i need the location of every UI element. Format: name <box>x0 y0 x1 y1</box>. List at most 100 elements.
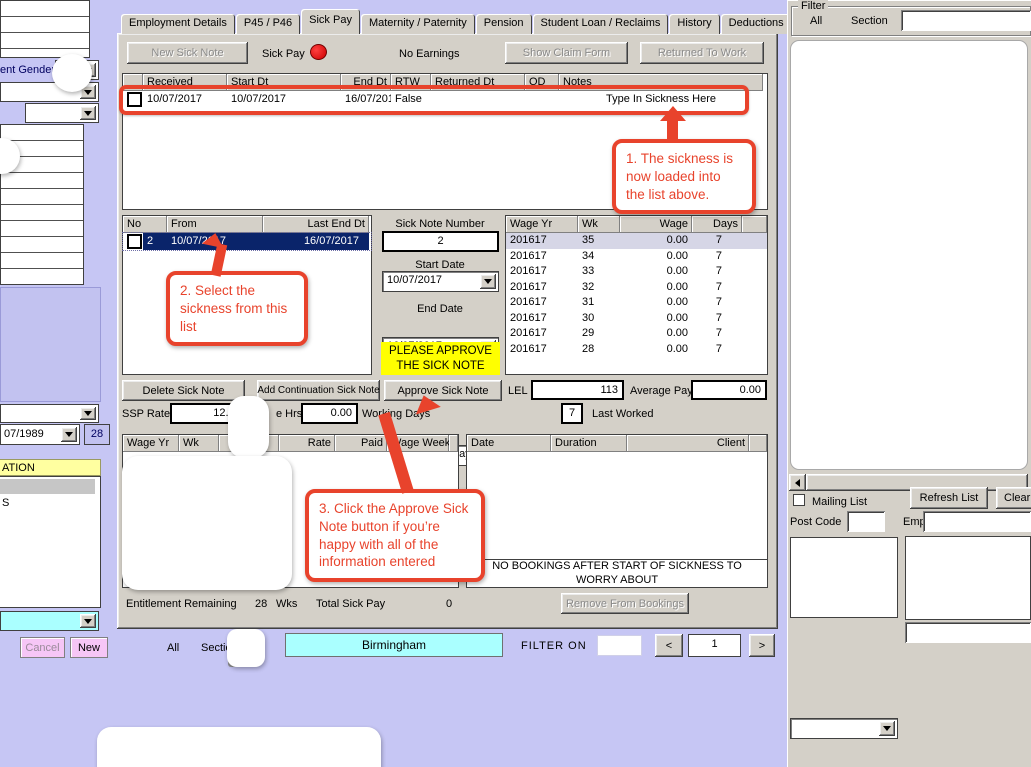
show-claim-form-button[interactable]: Show Claim Form <box>505 42 628 64</box>
emp-list[interactable] <box>905 536 1031 620</box>
column-header[interactable]: Paid <box>335 435 387 452</box>
post-code-list[interactable] <box>790 537 898 618</box>
column-header[interactable]: Wage <box>620 216 692 233</box>
average-pay-label: Average Pay <box>630 385 693 398</box>
bottom-input[interactable] <box>905 622 1031 643</box>
mailing-list-label: Mailing List <box>812 496 867 509</box>
column-header[interactable]: Wk <box>179 435 219 452</box>
wage-week-row[interactable]: 201617290.007 <box>506 326 767 342</box>
column-header[interactable]: Wage Yr <box>123 435 179 452</box>
mailing-list-checkbox[interactable] <box>793 494 805 506</box>
remove-from-bookings-button[interactable]: Remove From Bookings <box>561 593 689 614</box>
sick-pay-label: Sick Pay <box>262 48 305 61</box>
clear-filter-button[interactable]: Clear F <box>996 487 1031 509</box>
left-combobox-4[interactable] <box>0 404 99 423</box>
refresh-list-button[interactable]: Refresh List <box>910 487 988 509</box>
tab-employment-details[interactable]: Employment Details <box>121 14 235 34</box>
next-page-button[interactable]: > <box>749 634 775 657</box>
chevron-down-icon[interactable] <box>80 614 96 628</box>
left-list[interactable]: S <box>0 476 101 608</box>
chevron-down-icon[interactable] <box>480 274 496 289</box>
application-window: ent Gender: 07/1989 28 ATION S Employmen… <box>0 0 1031 767</box>
wage-week-row[interactable]: 201617350.007 <box>506 233 767 249</box>
delete-sick-note-button[interactable]: Delete Sick Note <box>122 380 245 401</box>
row-checkbox[interactable] <box>127 234 142 249</box>
wage-week-row[interactable]: 201617320.007 <box>506 280 767 296</box>
left-form-fields[interactable] <box>0 0 90 58</box>
bookings-table[interactable]: DateDurationClient NO BOOKINGS AFTER STA… <box>466 434 768 588</box>
emp-input[interactable] <box>923 511 1031 532</box>
column-header[interactable]: Wage Yr <box>506 216 578 233</box>
end-date-label: End Date <box>378 303 502 316</box>
column-header[interactable]: Wk <box>578 216 620 233</box>
panel-all-label: All <box>810 15 822 28</box>
wage-week-row[interactable]: 201617310.007 <box>506 295 767 311</box>
chevron-down-icon[interactable] <box>879 721 895 736</box>
filter-groupbox-label: Filter <box>798 0 828 13</box>
section-list[interactable] <box>790 40 1028 470</box>
chevron-down-icon[interactable] <box>80 407 96 420</box>
sickness-selection-row[interactable]: 210/07/201716/07/2017 <box>123 233 371 250</box>
average-pay-field[interactable]: 0.00 <box>691 380 767 400</box>
wage-week-row[interactable]: 201617330.007 <box>506 264 767 280</box>
scroll-left-icon[interactable] <box>789 474 806 491</box>
prev-page-button[interactable]: < <box>655 634 683 657</box>
tab-sick-pay[interactable]: Sick Pay <box>301 9 360 34</box>
column-header[interactable]: Client <box>627 435 749 452</box>
lel-field[interactable]: 113 <box>531 380 624 400</box>
days-per-week-field[interactable]: 7 <box>561 403 583 424</box>
wage-week-row[interactable]: 201617340.007 <box>506 249 767 265</box>
tab-maternity-paternity[interactable]: Maternity / Paternity <box>361 14 475 34</box>
hrs-label: e Hrs <box>276 408 302 421</box>
callout-3: 3. Click the Approve Sick Note button if… <box>305 489 485 582</box>
tab-deductions[interactable]: Deductions <box>721 14 792 34</box>
list-selected-row[interactable] <box>0 479 95 494</box>
column-header[interactable]: Rate <box>279 435 335 452</box>
wage-week-row[interactable]: 201617280.007 <box>506 342 767 358</box>
chevron-down-icon[interactable] <box>61 427 77 442</box>
age-badge: 28 <box>84 424 110 445</box>
tab-history[interactable]: History <box>669 14 719 34</box>
returned-to-work-button[interactable]: Returned To Work <box>640 42 764 64</box>
new-button[interactable]: New <box>70 637 108 658</box>
left-notes-panel <box>0 287 101 402</box>
wage-week-row[interactable]: 201617300.007 <box>506 311 767 327</box>
wage-weeks-table[interactable]: Wage YrWkWageDays 201617350.007201617340… <box>505 215 768 375</box>
birth-date-field[interactable]: 07/1989 <box>0 424 80 445</box>
bottom-combobox[interactable] <box>790 718 898 739</box>
panel-filter-input[interactable] <box>901 10 1031 31</box>
column-header[interactable] <box>749 435 767 452</box>
annotation-highlight-box <box>119 85 749 115</box>
hrs-field[interactable]: 0.00 <box>301 403 358 424</box>
column-header[interactable] <box>742 216 767 233</box>
column-header[interactable]: Date <box>467 435 551 452</box>
filter-all-label: All <box>167 642 179 655</box>
tab-pension[interactable]: Pension <box>476 14 532 34</box>
column-header[interactable]: From <box>167 216 263 233</box>
birth-date-value: 07/1989 <box>4 428 44 440</box>
entitlement-remaining-label: Entitlement Remaining <box>126 598 237 611</box>
filter-on-field[interactable] <box>597 635 642 656</box>
entitlement-unit: Wks <box>276 598 297 611</box>
callout-1: 1. The sickness is now loaded into the l… <box>612 139 756 214</box>
column-header[interactable] <box>449 435 458 452</box>
column-header[interactable]: Days <box>692 216 742 233</box>
post-code-input[interactable] <box>847 511 885 532</box>
left-combobox-3[interactable] <box>25 103 99 123</box>
page-number-field[interactable]: 1 <box>688 634 741 657</box>
start-date-combobox[interactable]: 10/07/2017 <box>382 271 499 292</box>
column-header[interactable]: Duration <box>551 435 627 452</box>
column-header[interactable]: Last End Dt <box>263 216 369 233</box>
tab-p45-p46[interactable]: P45 / P46 <box>236 14 300 34</box>
left-cyan-combobox[interactable] <box>0 611 99 631</box>
tab-strip: Employment DetailsP45 / P46Sick PayMater… <box>121 12 793 34</box>
new-sick-note-button[interactable]: New Sick Note <box>127 42 248 64</box>
tab-student-loan-reclaims[interactable]: Student Loan / Reclaims <box>533 14 669 34</box>
add-continuation-sick-note-button[interactable]: Add Continuation Sick Note <box>257 380 380 401</box>
cancel-button[interactable]: Cancel <box>20 637 65 658</box>
chevron-down-icon[interactable] <box>80 106 96 120</box>
column-header[interactable]: No <box>123 216 167 233</box>
approve-sick-note-button[interactable]: Approve Sick Note <box>384 380 502 401</box>
list-item[interactable]: S <box>0 494 100 509</box>
sick-note-number-field[interactable]: 2 <box>382 231 499 252</box>
